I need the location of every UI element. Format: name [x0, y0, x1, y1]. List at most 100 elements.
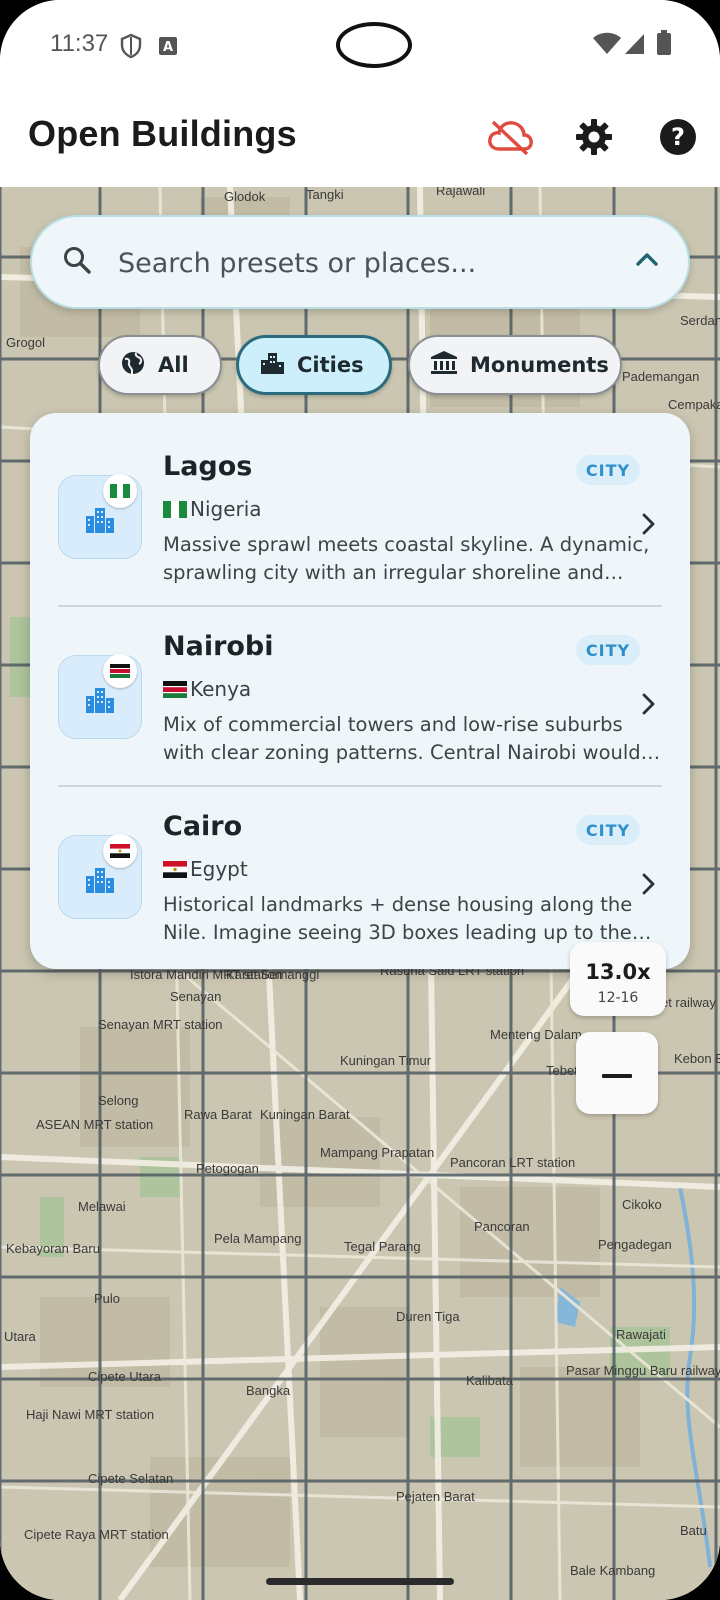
preset-country: Kenya	[190, 677, 252, 701]
map-label: Pademangan	[622, 369, 700, 384]
search-bar[interactable]	[30, 215, 690, 309]
map-label: Duren Tiga	[396, 1309, 460, 1324]
preset-description: Mix of commercial towers and low-rise su…	[163, 713, 641, 764]
chevron-up-icon[interactable]	[634, 247, 660, 277]
map-label: Kebayoran Baru	[6, 1241, 100, 1256]
egypt-flag-icon	[163, 861, 187, 882]
filter-chip-label: All	[158, 353, 189, 377]
zoom-range: 12-16	[597, 990, 639, 1006]
preset-results-list: Lagos CITY Nigeria Massive sprawl meets …	[30, 413, 690, 969]
type-badge: CITY	[576, 455, 640, 485]
chevron-right-icon	[638, 871, 658, 901]
list-item[interactable]: Nairobi CITY Kenya Mix of commercial tow…	[30, 593, 690, 773]
camera-cutout	[336, 22, 412, 68]
zoom-out-button[interactable]	[576, 1032, 658, 1114]
map-label: Tangki	[306, 187, 344, 202]
preset-country: Egypt	[190, 857, 248, 881]
preset-thumbnail	[58, 654, 142, 739]
map-label: Pejaten Barat	[396, 1489, 475, 1504]
map-label: Pasar Minggu Baru railway station	[566, 1363, 720, 1378]
type-badge: CITY	[576, 635, 640, 665]
map-label: Kuningan Timur	[340, 1053, 432, 1068]
map-label: Mampang Prapatan	[320, 1145, 435, 1160]
type-badge: CITY	[576, 815, 640, 845]
chevron-right-icon	[638, 511, 658, 541]
wifi-icon	[592, 32, 622, 60]
map-label: Pengadegan	[598, 1237, 672, 1252]
settings-gear-icon[interactable]	[570, 113, 618, 161]
map-label: Cipete Selatan	[88, 1471, 174, 1486]
map-label: ASEAN MRT station	[36, 1117, 154, 1132]
home-indicator[interactable]	[266, 1578, 454, 1585]
preset-description: Historical landmarks + dense housing alo…	[163, 893, 633, 944]
status-time: 11:37	[50, 30, 109, 57]
list-item[interactable]: Cairo CITY Egypt Historical landmarks + …	[30, 773, 690, 953]
map-label: Pancoran LRT station	[450, 1155, 576, 1170]
preset-name: Lagos	[163, 451, 253, 482]
search-input[interactable]	[118, 239, 598, 287]
map-label: Batu	[680, 1523, 707, 1538]
preset-thumbnail	[58, 834, 142, 919]
filter-chip-cities[interactable]: Cities	[236, 335, 392, 395]
chevron-right-icon	[638, 691, 658, 721]
battery-icon	[656, 30, 672, 60]
cloud-off-icon[interactable]	[486, 113, 534, 161]
map-label: Tegal Parang	[344, 1239, 421, 1254]
map-label: Selong	[98, 1093, 139, 1108]
nigeria-flag-icon	[163, 501, 187, 522]
preset-name: Nairobi	[163, 631, 274, 662]
map-label: Serdang	[680, 313, 720, 328]
map-label: Glodok	[224, 189, 266, 204]
app-title: Open Buildings	[28, 113, 297, 154]
map-label: Utara	[4, 1329, 36, 1344]
preset-description: Massive sprawl meets coastal skyline. A …	[163, 533, 650, 584]
map-label: Pancoran	[474, 1219, 530, 1234]
list-item[interactable]: Lagos CITY Nigeria Massive sprawl meets …	[30, 413, 690, 593]
map-label: Melawai	[78, 1199, 126, 1214]
preset-country: Nigeria	[190, 497, 262, 521]
city-icon	[85, 864, 115, 898]
nigeria-flag-icon	[103, 474, 137, 508]
app-bar: Open Buildings ?	[0, 95, 720, 187]
zoom-level: 13.0x	[585, 960, 651, 984]
svg-text:?: ?	[671, 123, 685, 151]
city-icon	[259, 350, 285, 381]
map-label: Rawajati	[616, 1327, 666, 1342]
filter-chip-label: Cities	[297, 353, 364, 377]
map-label: Menteng Dalam	[490, 1027, 582, 1042]
kenya-flag-icon	[163, 681, 187, 702]
map-label: Kebon Baru	[674, 1051, 720, 1066]
map-label: Haji Nawi MRT station	[26, 1407, 155, 1422]
shield-icon	[120, 33, 142, 63]
map-label: Grogol	[6, 335, 46, 350]
map-label: Cikoko	[622, 1197, 662, 1212]
map-label: Tebet	[546, 1063, 578, 1078]
map-label: Cipete Utara	[88, 1369, 161, 1384]
filter-chip-monuments[interactable]: Monuments	[408, 335, 622, 395]
city-icon	[85, 684, 115, 718]
map-label: Petogogan	[196, 1161, 259, 1176]
map-label: Bale Kambang	[570, 1563, 656, 1578]
map-label: Cipete Raya MRT station	[24, 1527, 169, 1542]
svg-text:A: A	[163, 40, 173, 55]
preset-name: Cairo	[163, 811, 243, 842]
filter-chip-all[interactable]: All	[98, 335, 222, 395]
zoom-level-indicator: 13.0x 12-16	[570, 942, 666, 1016]
map-label: Kuningan Barat	[260, 1107, 350, 1122]
minus-icon	[602, 1064, 632, 1083]
map-label: Senayan	[170, 989, 222, 1004]
search-icon	[62, 245, 92, 279]
monument-icon	[430, 350, 458, 381]
map-label: Senayan MRT station	[98, 1017, 223, 1032]
globe-icon	[120, 350, 146, 381]
city-icon	[85, 504, 115, 538]
egypt-flag-icon	[103, 834, 137, 868]
map-label: Istora Mandiri MRT station	[130, 967, 282, 982]
map-label: Bangka	[246, 1383, 291, 1398]
keyboard-a-icon: A	[158, 36, 178, 60]
status-bar: 11:37 A	[0, 0, 720, 95]
filter-chip-label: Monuments	[470, 353, 609, 377]
phone-screen: Glodok Tangki Rajawali Grogol Serdang Ce…	[0, 0, 720, 1600]
help-icon[interactable]: ?	[654, 113, 702, 161]
map-label: Pulo	[94, 1291, 121, 1306]
